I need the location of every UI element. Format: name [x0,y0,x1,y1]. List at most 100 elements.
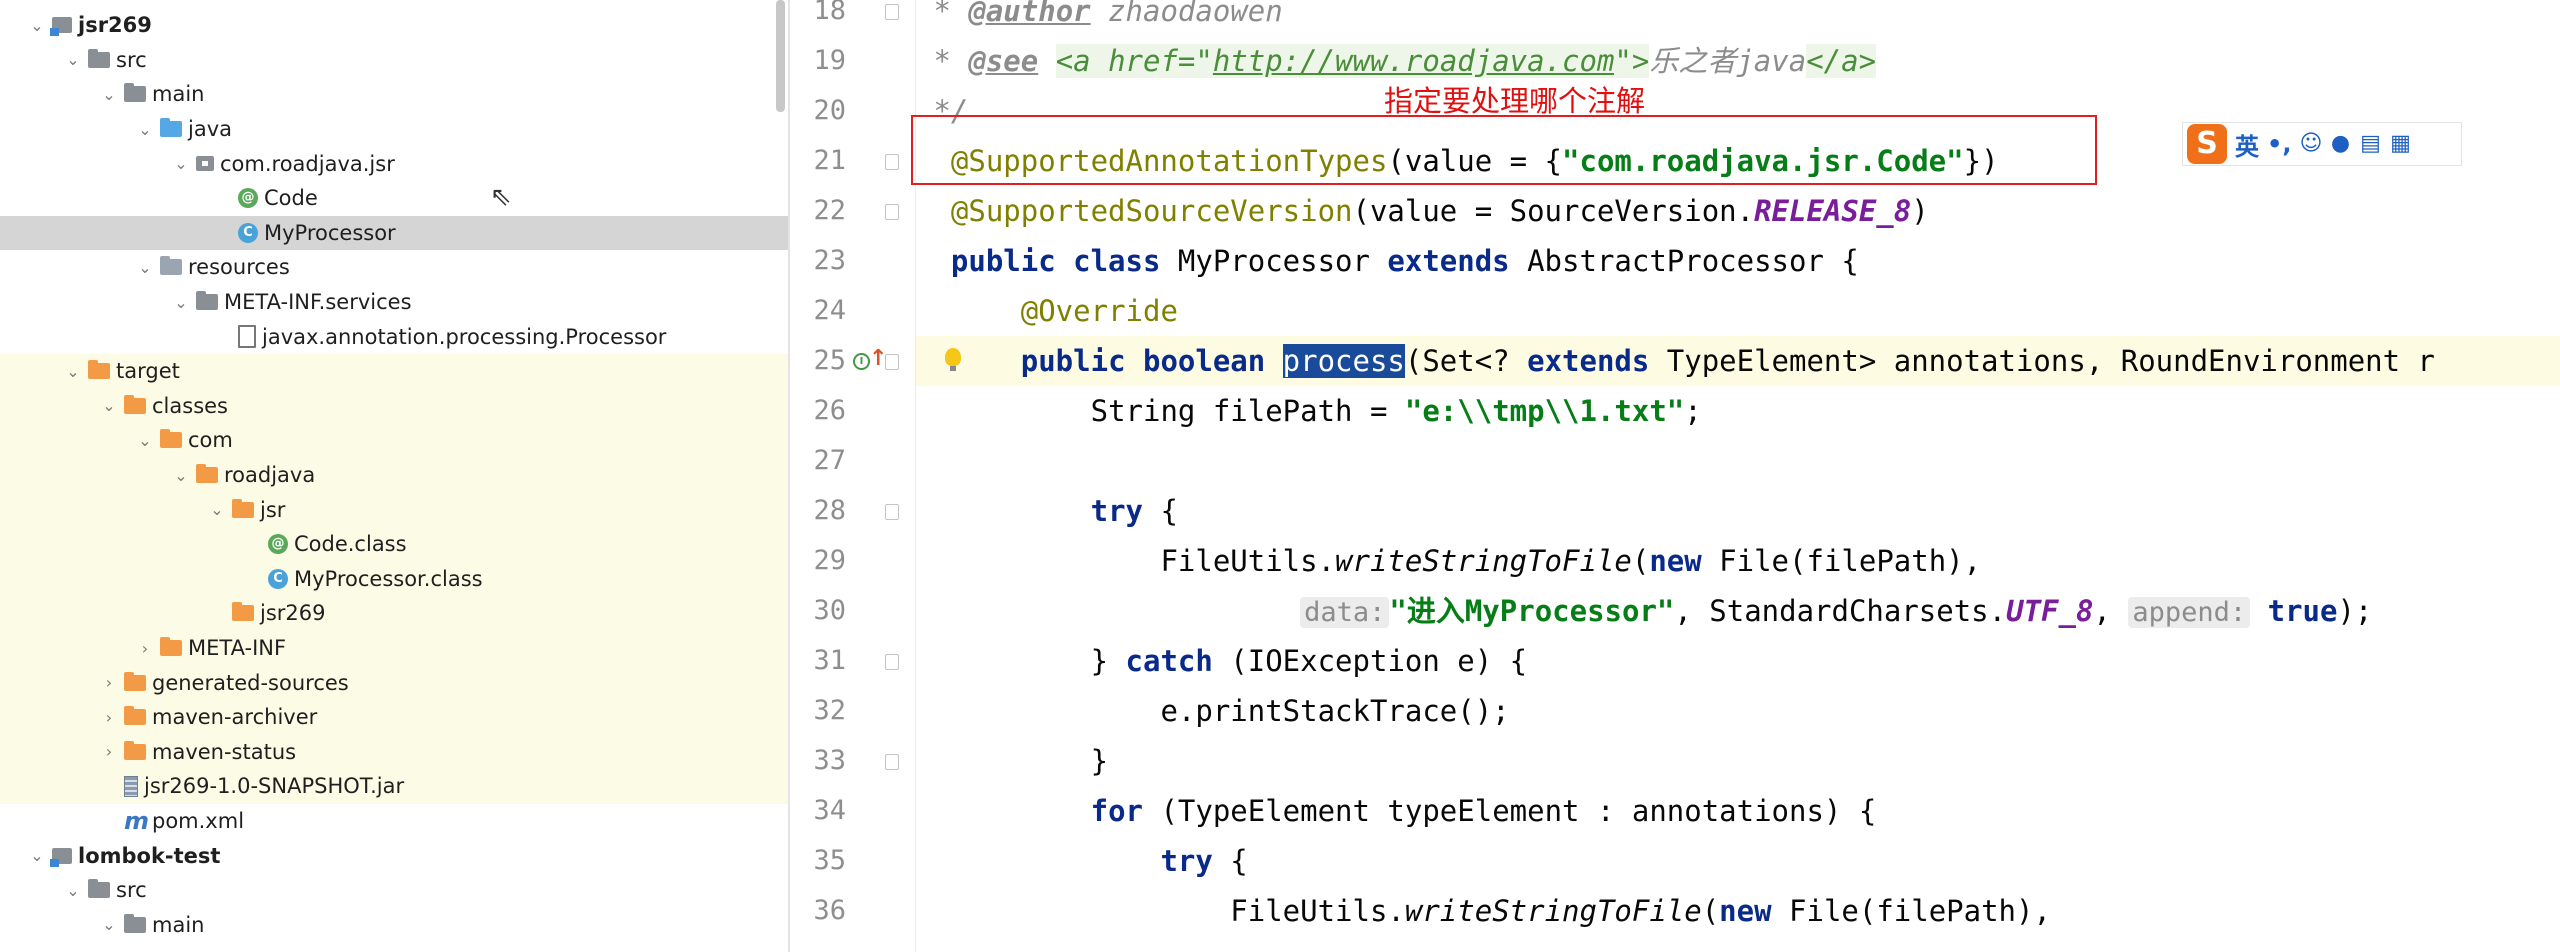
tree-item[interactable]: ⌄ jsr [0,492,788,527]
tree-item[interactable]: jsr269 [0,596,788,631]
chevron-down-icon[interactable]: ⌄ [26,846,48,865]
chevron-down-icon[interactable]: ⌄ [62,50,84,69]
tree-item[interactable]: ⌄ jsr269 [0,8,788,43]
code-line-33: } [1090,744,1109,778]
line-number: 34 [813,795,846,826]
fold-marker-icon[interactable] [885,204,899,220]
selected-word: process [1282,344,1405,378]
tree-item[interactable]: javax.annotation.processing.Processor [0,319,788,354]
tree-item-label: Code [264,186,318,211]
mouse-cursor-icon: ⇖ [490,182,512,212]
fold-marker-icon[interactable] [885,654,899,670]
tree-item[interactable]: ⌄ com.roadjava.jsr [0,146,788,181]
fold-marker-icon[interactable] [885,754,899,770]
fold-marker-icon[interactable] [885,4,899,20]
code-line-34: for (TypeElement typeElement : annotatio… [1090,794,1877,828]
tree-item[interactable]: ⌄ java [0,112,788,147]
line-number: 29 [813,545,846,576]
tree-item-label: MyProcessor [264,220,396,245]
keyboard-icon[interactable]: ▤ [2359,133,2381,155]
implements-icon[interactable]: I [853,353,870,370]
tree-item[interactable]: @ Code.class [0,527,788,562]
line-number: 30 [813,595,846,626]
line-number: 35 [813,845,846,876]
tree-item[interactable]: ⌄ META-INF.services [0,285,788,320]
tree-item[interactable]: ⌄ src [0,43,788,78]
line-number: 22 [813,195,846,226]
tree-item-label: com [188,428,233,453]
microphone-icon[interactable]: ● [2329,133,2351,155]
tree-item[interactable]: C MyProcessor.class [0,561,788,597]
chevron-down-icon[interactable]: ⌄ [170,154,192,173]
tree-item-label: pom.xml [152,809,245,834]
tree-item[interactable]: ⌄ main [0,908,788,943]
chevron-down-icon[interactable]: ⌄ [134,431,156,450]
code-line-26: String filePath = "e:\\tmp\\1.txt"; [1090,394,1702,428]
ime-language-toggle[interactable]: 英 [2235,127,2259,162]
excluded-folder-icon [160,637,182,657]
tree-item[interactable]: C MyProcessor [0,215,788,251]
chevron-down-icon[interactable]: ⌄ [170,466,192,485]
chevron-down-icon[interactable]: ⌄ [134,120,156,139]
override-arrow-icon[interactable]: ↑ [869,346,887,371]
tree-item[interactable]: ⌄ main [0,77,788,112]
ime-toolbar[interactable]: S 英 •, ☺ ● ▤ ▦ [2182,122,2462,166]
chevron-down-icon[interactable]: ⌄ [170,293,192,312]
chevron-right-icon[interactable]: › [134,639,156,658]
line-number: 33 [813,745,846,776]
chevron-down-icon[interactable]: ⌄ [206,500,228,519]
tree-item[interactable]: m pom.xml [0,804,788,839]
folder-icon [124,913,146,933]
package-icon [196,156,214,172]
tree-item[interactable]: › generated-sources [0,665,788,700]
tree-item[interactable]: ⌄ roadjava [0,457,788,493]
tree-item-label: lombok-test [78,843,221,868]
emoji-icon[interactable]: ☺ [2299,133,2322,155]
line-number: 23 [813,245,846,276]
tree-item[interactable]: ⌄ com [0,423,788,458]
tree-item[interactable]: ⌄ classes [0,388,788,424]
chevron-right-icon[interactable]: › [98,708,120,727]
tree-item[interactable]: ⌄ lombok-test [0,838,788,873]
highlight-box [911,115,2097,185]
tree-item[interactable]: jsr269-1.0-SNAPSHOT.jar [0,769,788,804]
excluded-folder-icon [160,429,182,449]
tree-item-label: roadjava [224,463,316,488]
tree-item[interactable]: ⌄ resources [0,250,788,285]
tree-item[interactable]: ⌄ target [0,354,788,389]
chevron-down-icon[interactable]: ⌄ [98,85,120,104]
tree-item[interactable]: › maven-archiver [0,700,788,735]
sogou-logo-icon[interactable]: S [2187,124,2227,164]
tree-item-label: main [152,82,205,107]
folder-icon [124,83,146,103]
tree-item-label: maven-archiver [152,705,318,730]
tree-scrollbar[interactable] [776,0,785,112]
param-hint-append: append: [2128,597,2251,628]
tree-item[interactable]: ⌄ src [0,873,788,908]
intention-bulb-icon[interactable] [945,348,961,371]
file-icon [238,325,256,349]
code-line-29: FileUtils.writeStringToFile(new File(fil… [1160,544,1982,578]
tree-item[interactable]: @ Code [0,181,788,216]
tree-item[interactable]: › META-INF [0,630,788,666]
chevron-down-icon[interactable]: ⌄ [98,915,120,934]
folder-icon [88,879,110,899]
fold-marker-icon[interactable] [885,154,899,170]
toolbox-icon[interactable]: ▦ [2389,133,2411,155]
chevron-down-icon[interactable]: ⌄ [26,16,48,35]
chevron-down-icon[interactable]: ⌄ [62,362,84,381]
ime-punctuation-toggle[interactable]: •, [2267,130,2291,158]
chevron-right-icon[interactable]: › [98,673,120,692]
doc-link[interactable]: http://www.roadjava.com [1212,44,1615,78]
line-number: 36 [813,895,846,926]
tree-item-label: META-INF [188,636,287,661]
line-number: 25 [813,345,846,376]
tree-item[interactable]: › maven-status [0,734,788,770]
chevron-right-icon[interactable]: › [98,742,120,761]
chevron-down-icon[interactable]: ⌄ [98,396,120,415]
chevron-down-icon[interactable]: ⌄ [62,881,84,900]
tree-item-label: java [188,117,232,142]
fold-marker-icon[interactable] [885,504,899,520]
chevron-down-icon[interactable]: ⌄ [134,258,156,277]
code-line-32: e.printStackTrace(); [1160,694,1510,728]
